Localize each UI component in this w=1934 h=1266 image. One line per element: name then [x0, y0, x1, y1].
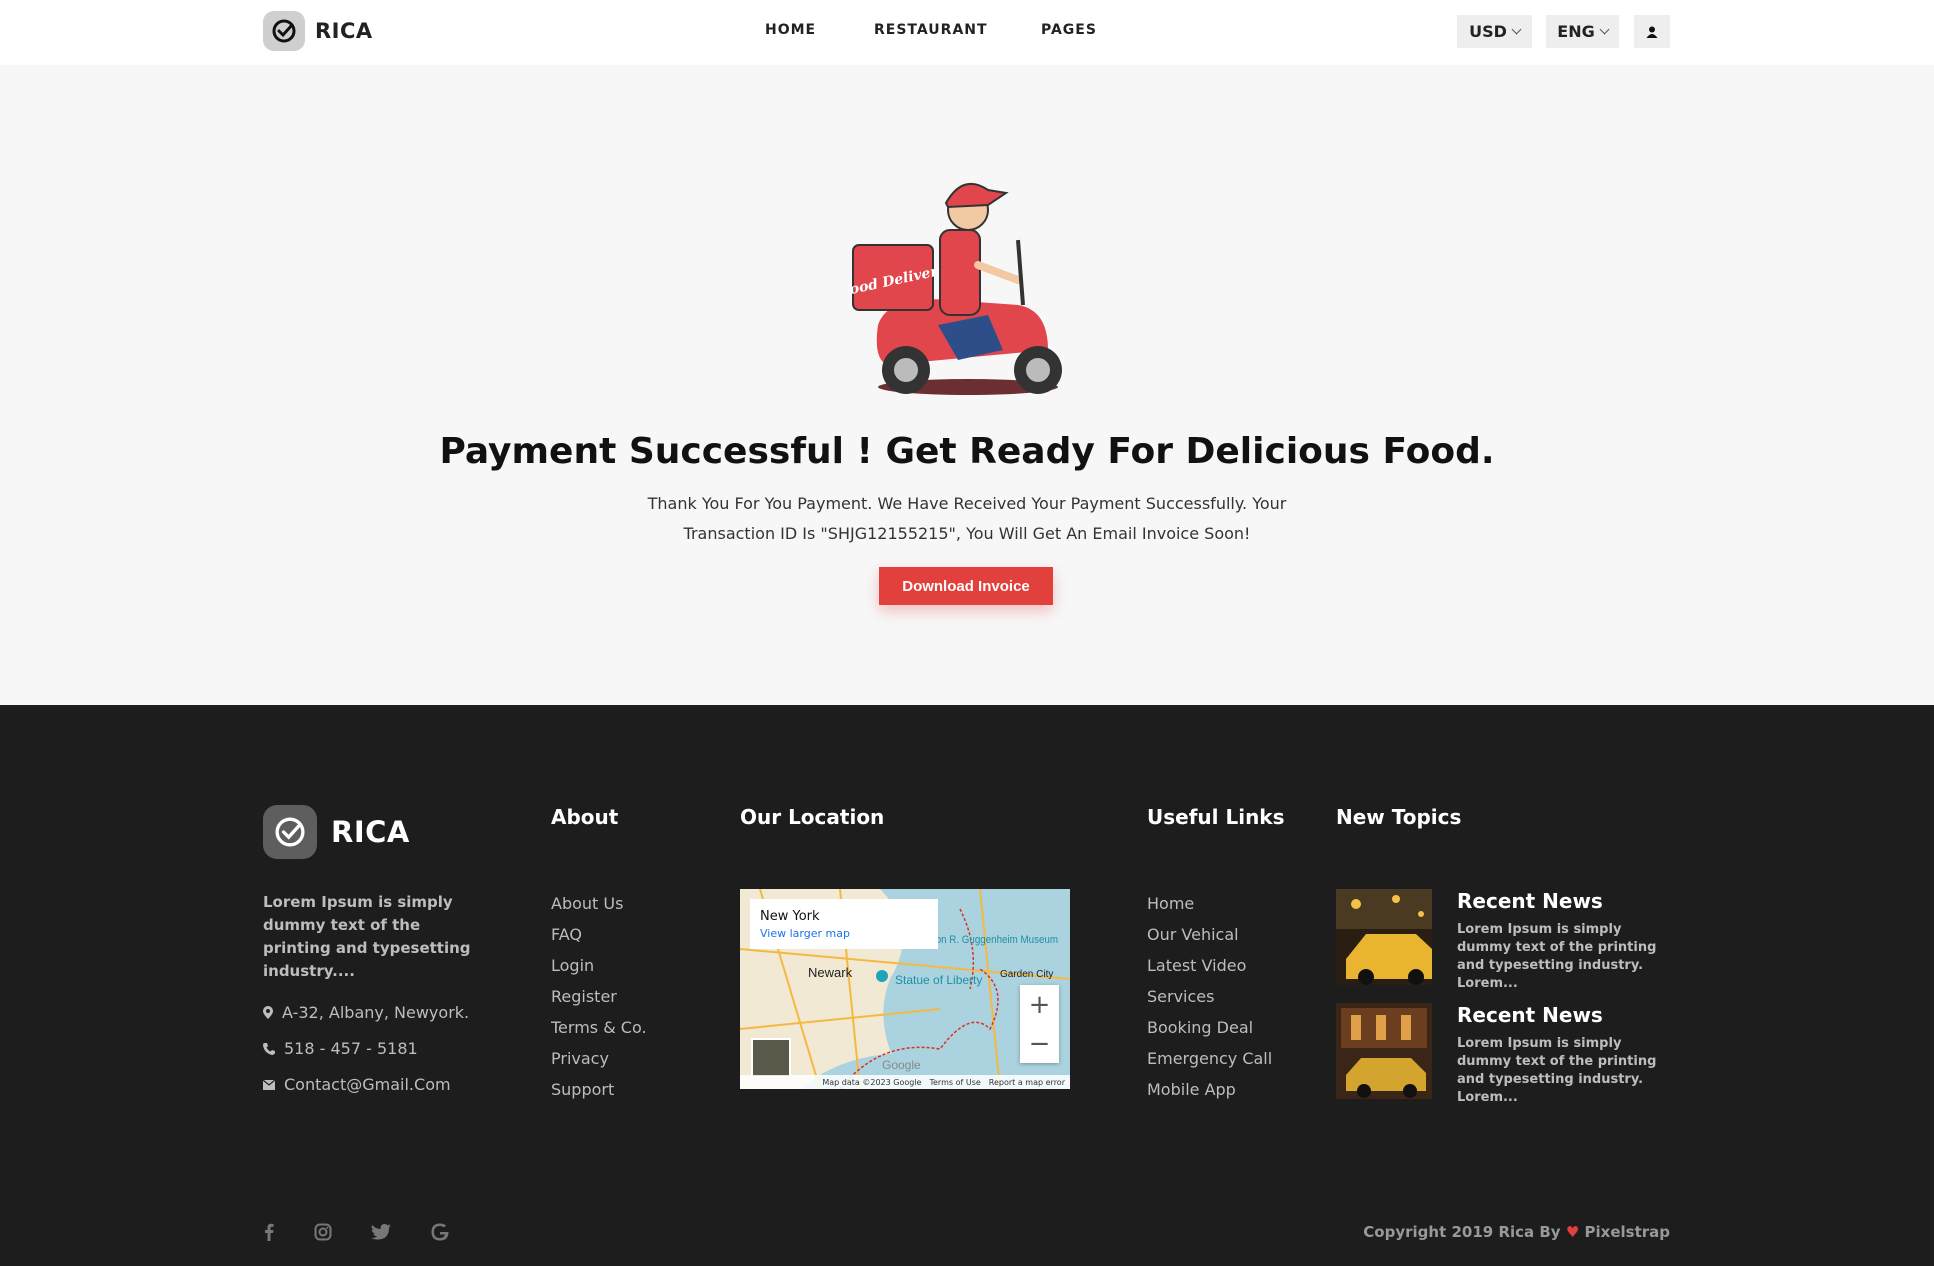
- download-invoice-button[interactable]: Download Invoice: [879, 567, 1053, 605]
- map-terms-link[interactable]: Terms of Use: [929, 1078, 980, 1087]
- about-links: About Us FAQ Login Register Terms & Co. …: [551, 888, 647, 1105]
- map-data-text: Map data ©2023 Google: [822, 1077, 922, 1087]
- twitter-icon[interactable]: [370, 1221, 392, 1243]
- news-thumbnail: [1336, 1003, 1432, 1099]
- nav-restaurant[interactable]: RESTAURANT: [874, 22, 988, 38]
- map-label-garden-city: Garden City: [1000, 969, 1053, 980]
- page-title: Payment Successful ! Get Ready For Delic…: [439, 431, 1495, 472]
- chevron-down-icon: [1599, 24, 1610, 35]
- nav-pages[interactable]: PAGES: [1041, 22, 1097, 38]
- news-thumbnail: [1336, 889, 1432, 985]
- contact-address: A-32, Albany, Newyork.: [263, 1003, 469, 1022]
- map-pin-icon: [263, 1006, 273, 1019]
- map-zoom-controls: + −: [1020, 985, 1059, 1063]
- about-heading: About: [551, 805, 619, 829]
- link-faq[interactable]: FAQ: [551, 919, 647, 950]
- address-text: A-32, Albany, Newyork.: [282, 1003, 470, 1022]
- zoom-in-button[interactable]: +: [1020, 985, 1059, 1024]
- view-larger-map-link[interactable]: View larger map: [760, 927, 928, 940]
- location-heading: Our Location: [740, 805, 885, 829]
- payment-success-section: Food Delivery Payment Successful ! Get R…: [0, 65, 1934, 705]
- payment-description: Thank You For You Payment. We Have Recei…: [647, 494, 1287, 543]
- news-item[interactable]: Recent News Lorem Ipsum is simply dummy …: [1336, 1003, 1676, 1105]
- link-login[interactable]: Login: [551, 950, 647, 981]
- map-info-card: New York View larger map: [750, 899, 938, 949]
- brand-logo[interactable]: RICA: [263, 11, 373, 51]
- map-label-newark: Newark: [808, 965, 853, 980]
- map-google-logo: Google: [882, 1058, 921, 1072]
- copyright-prefix: Copyright 2019 Rica By: [1363, 1223, 1561, 1241]
- contact-email: Contact@Gmail.Com: [263, 1075, 451, 1094]
- check-circle-icon: [263, 805, 317, 859]
- news-title: Recent News: [1457, 889, 1603, 913]
- currency-selector[interactable]: USD: [1457, 15, 1532, 48]
- footer-brand-logo[interactable]: RICA: [263, 805, 410, 859]
- google-icon[interactable]: [429, 1221, 451, 1243]
- link-services[interactable]: Services: [1147, 981, 1272, 1012]
- chevron-down-icon: [1511, 24, 1522, 35]
- language-selector[interactable]: ENG: [1546, 15, 1619, 48]
- link-terms[interactable]: Terms & Co.: [551, 1012, 647, 1043]
- link-about-us[interactable]: About Us: [551, 888, 647, 919]
- link-our-vehical[interactable]: Our Vehical: [1147, 919, 1272, 950]
- zoom-out-button[interactable]: −: [1020, 1024, 1059, 1063]
- mail-icon: [263, 1079, 275, 1090]
- facebook-icon[interactable]: [258, 1221, 280, 1243]
- link-emergency-call[interactable]: Emergency Call: [1147, 1043, 1272, 1074]
- map-label-statue: Statue of Liberty: [895, 973, 982, 987]
- footer-about-text: Lorem Ipsum is simply dummy text of the …: [263, 893, 471, 980]
- user-icon: [1646, 26, 1658, 38]
- email-text: Contact@Gmail.Com: [284, 1075, 451, 1094]
- link-booking-deal[interactable]: Booking Deal: [1147, 1012, 1272, 1043]
- instagram-icon[interactable]: [312, 1221, 334, 1243]
- phone-icon: [263, 1042, 275, 1055]
- currency-value: USD: [1469, 22, 1507, 41]
- useful-links-heading: Useful Links: [1147, 805, 1285, 829]
- news-title: Recent News: [1457, 1003, 1603, 1027]
- link-support[interactable]: Support: [551, 1074, 647, 1105]
- news-item[interactable]: Recent News Lorem Ipsum is simply dummy …: [1336, 889, 1676, 991]
- brand-name: RICA: [315, 19, 373, 43]
- news-text: Lorem Ipsum is simply dummy text of the …: [1457, 922, 1657, 991]
- link-privacy[interactable]: Privacy: [551, 1043, 647, 1074]
- new-topics-heading: New Topics: [1336, 805, 1462, 829]
- location-map[interactable]: Newark Statue of Liberty Garden City Sol…: [740, 889, 1070, 1089]
- map-title: New York: [760, 909, 820, 924]
- news-text: Lorem Ipsum is simply dummy text of the …: [1457, 1036, 1657, 1105]
- check-circle-icon: [263, 11, 305, 51]
- heart-icon: ♥: [1565, 1223, 1580, 1241]
- user-account-button[interactable]: [1634, 15, 1670, 48]
- copyright-author-link[interactable]: Pixelstrap: [1585, 1223, 1670, 1241]
- map-report-link[interactable]: Report a map error: [989, 1078, 1065, 1087]
- phone-text: 518 - 457 - 5181: [284, 1039, 418, 1058]
- top-header: RICA HOME RESTAURANT PAGES USD ENG: [0, 0, 1934, 65]
- link-home[interactable]: Home: [1147, 888, 1272, 919]
- language-value: ENG: [1557, 22, 1595, 41]
- contact-phone: 518 - 457 - 5181: [263, 1039, 418, 1058]
- delivery-scooter-illustration: Food Delivery: [848, 182, 1062, 395]
- link-latest-video[interactable]: Latest Video: [1147, 950, 1272, 981]
- footer-brand-name: RICA: [331, 815, 410, 849]
- nav-home[interactable]: HOME: [765, 22, 816, 38]
- link-mobile-app[interactable]: Mobile App: [1147, 1074, 1272, 1105]
- useful-links: Home Our Vehical Latest Video Services B…: [1147, 888, 1272, 1105]
- link-register[interactable]: Register: [551, 981, 647, 1012]
- site-footer: RICA Lorem Ipsum is simply dummy text of…: [0, 705, 1934, 1266]
- map-attribution: Map data ©2023 Google Terms of Use Repor…: [740, 1075, 1070, 1089]
- copyright: Copyright 2019 Rica By ♥ Pixelstrap: [1330, 1223, 1670, 1241]
